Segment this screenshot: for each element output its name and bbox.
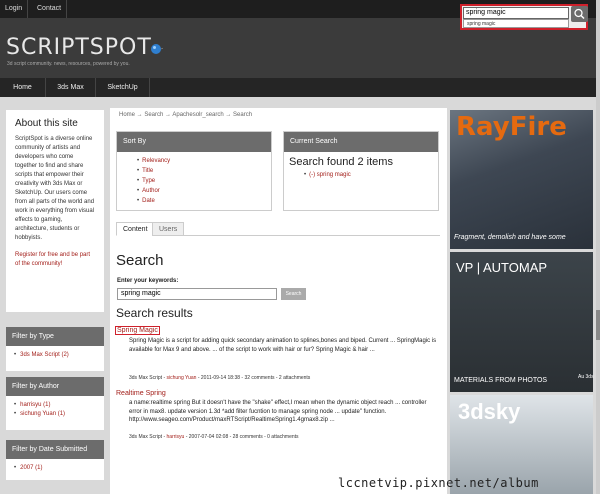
results-heading: Search results [116,306,193,320]
current-search-title: Current Search [284,132,438,152]
filter-date-title: Filter by Date Submitted [6,440,104,459]
filter-author-title: Filter by Author [6,377,104,396]
remove-search-term[interactable]: (-) spring magic [309,172,351,178]
filter-type-item[interactable]: 3ds Max Script (2) [20,352,69,358]
filter-type-title: Filter by Type [6,327,104,346]
nav-3ds-max[interactable]: 3ds Max [46,78,96,97]
search-button[interactable]: Search [281,288,306,300]
result-title[interactable]: Spring Magic [115,326,160,335]
breadcrumb[interactable]: Home → Search → Apachesolr_search → Sear… [119,112,252,118]
sort-date[interactable]: Date [142,198,155,204]
nav-sketchup[interactable]: SketchUp [96,78,150,97]
watermark: lccnetvip.pixnet.net/album [338,476,539,490]
keywords-input[interactable]: spring magic [117,288,277,300]
header-search-input[interactable]: spring magic [463,7,569,19]
register-link[interactable]: Register for free and be part of the com… [15,251,95,269]
header-search-button[interactable] [571,6,588,22]
logo-orb-icon [151,44,163,54]
automap-ad-corner: Au 3ds [578,374,594,380]
current-search-panel: Current Search Search found 2 items (-) … [283,131,439,211]
sort-by-panel: Sort By Relevancy Title Type Author Date [116,131,272,211]
search-icon [574,8,585,20]
sort-by-title: Sort By [117,132,271,152]
site-logo[interactable]: SCRIPTSPOT [6,35,152,60]
login-link[interactable]: Login [0,0,29,18]
site-tagline: 3d script community. news, resources, po… [7,61,130,67]
filter-by-date: Filter by Date Submitted 2007 (1) [6,440,104,480]
result-title[interactable]: Realtime Spring [116,390,166,397]
about-box: About this site ScriptSpot is a diverse … [6,110,104,312]
result-snippet: Spring Magic is a script for adding quic… [129,338,437,353]
scrollbar-thumb[interactable] [596,310,600,340]
about-title: About this site [15,118,78,129]
result-author-link[interactable]: sichung Yuan [167,375,197,381]
result-tabs: Content Users [116,222,440,236]
filter-date-item[interactable]: 2007 (1) [20,465,42,471]
filter-author-item[interactable]: sichung Yuan (1) [20,411,65,417]
filter-by-type: Filter by Type 3ds Max Script (2) [6,327,104,371]
result-meta: 3ds Max Script - sichung Yuan - 2011-09-… [129,375,311,381]
automap-ad[interactable]: VP | AUTOMAP MATERIALS FROM PHOTOS Au 3d… [450,252,594,392]
about-body: ScriptSpot is a diverse online community… [15,136,95,241]
3dsky-ad-title: 3dsky [458,399,521,424]
automap-ad-caption: MATERIALS FROM PHOTOS [454,377,548,384]
sort-type[interactable]: Type [142,178,155,184]
scrollbar[interactable] [596,0,600,494]
search-suggestion[interactable]: spring magic [463,19,569,28]
search-found-count: Search found 2 items [289,156,393,168]
contact-link[interactable]: Contact [32,0,68,18]
header-search-box: spring magic spring magic [460,4,588,30]
filter-author-item[interactable]: harrisyu (1) [20,402,50,408]
rayfire-ad-title: RayFire [456,112,567,142]
main-content: Home → Search → Apachesolr_search → Sear… [110,108,447,494]
tab-content[interactable]: Content [116,222,155,236]
result-author-link[interactable]: harrisyu [167,434,185,440]
rayfire-ad[interactable]: RayFire Fragment, demolish and have some [450,110,593,249]
result-meta: 3ds Max Script - harrisyu - 2007-07-04 0… [129,434,299,440]
automap-ad-title: VP | AUTOMAP [456,260,548,275]
sort-author[interactable]: Author [142,188,160,194]
filter-by-author: Filter by Author harrisyu (1) sichung Yu… [6,377,104,430]
tab-users[interactable]: Users [152,222,185,236]
rayfire-ad-tagline: Fragment, demolish and have some [454,234,566,241]
keywords-label: Enter your keywords: [117,278,179,284]
sort-title[interactable]: Title [142,168,153,174]
nav-home[interactable]: Home [0,78,46,97]
search-heading: Search [116,252,164,269]
main-nav: Home 3ds Max SketchUp [0,78,600,97]
result-snippet: a name:realtime spring But it doesn't ha… [129,400,427,423]
sort-relevancy[interactable]: Relevancy [142,158,170,164]
